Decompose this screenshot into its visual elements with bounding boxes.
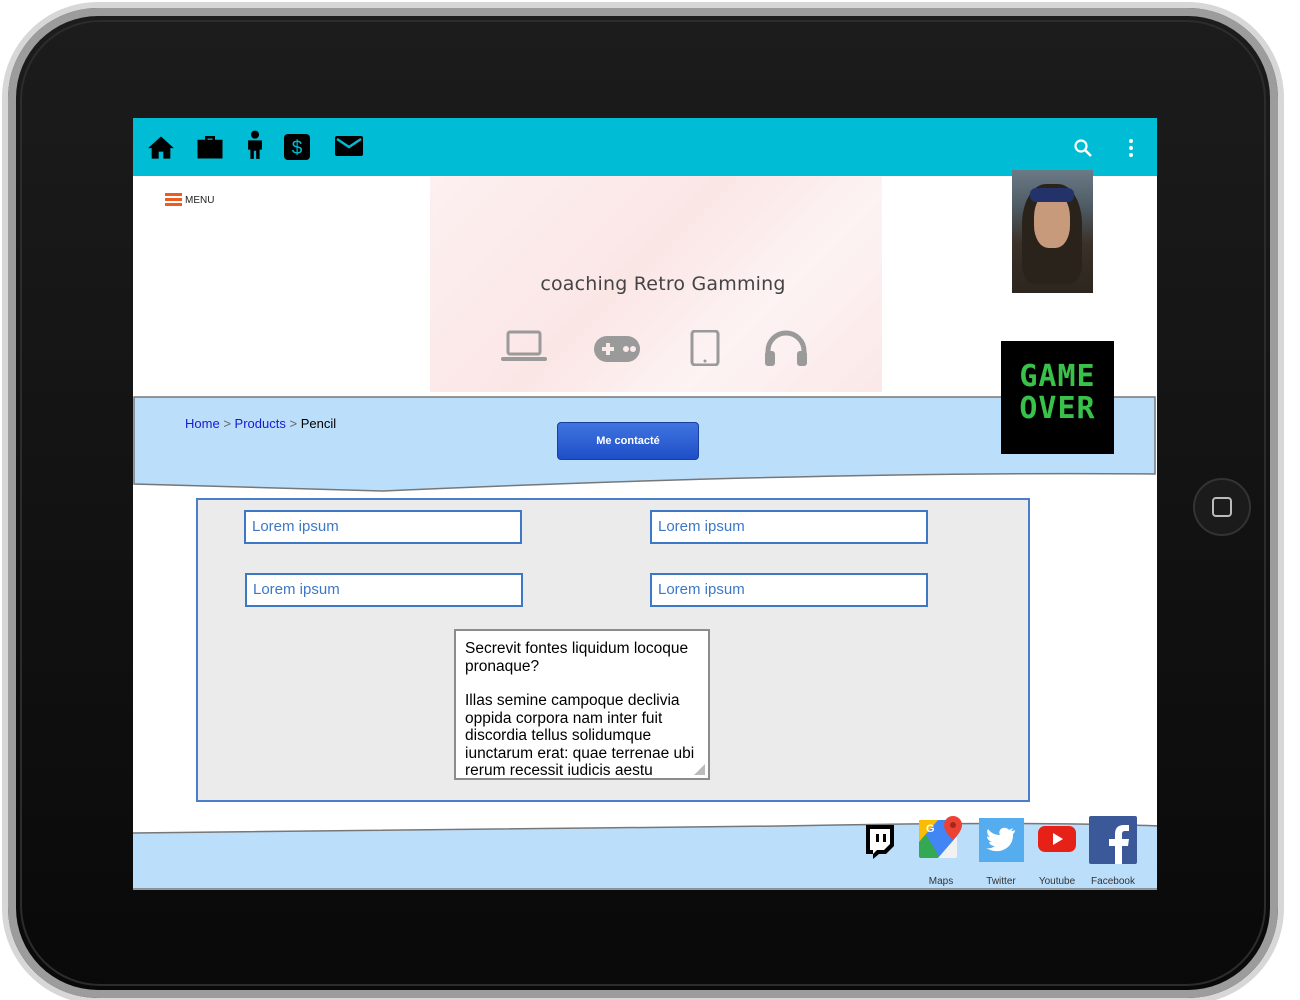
maps-link[interactable]: G Maps: [918, 816, 964, 887]
textarea-paragraph-1: Secrevit fontes liquidum locoque pronaqu…: [465, 640, 689, 675]
breadcrumb: Home > Products > Pencil: [185, 416, 336, 431]
profile-photo: [1012, 170, 1093, 293]
facebook-label: Facebook: [1091, 876, 1135, 887]
resize-grip-icon[interactable]: [694, 764, 705, 775]
hero-title: coaching Retro Gamming: [540, 273, 786, 295]
search-icon[interactable]: [1073, 138, 1093, 158]
tablet-icon: [690, 329, 720, 371]
breadcrumb-products[interactable]: Products: [235, 416, 286, 431]
svg-text:$: $: [292, 138, 303, 159]
twitch-link[interactable]: [863, 824, 897, 863]
laptop-icon: [500, 328, 548, 369]
game-over-line1: GAME: [1019, 359, 1096, 394]
contact-button[interactable]: Me contacté: [557, 422, 699, 460]
breadcrumb-separator: >: [289, 416, 298, 431]
headphones-icon: [764, 329, 808, 372]
facebook-icon: [1089, 816, 1137, 864]
briefcase-icon[interactable]: [195, 132, 225, 160]
google-maps-icon: G: [919, 816, 962, 858]
form-input-2[interactable]: Lorem ipsum: [650, 510, 928, 544]
form-input-4[interactable]: Lorem ipsum: [650, 573, 928, 607]
person-icon[interactable]: [245, 130, 265, 160]
home-icon[interactable]: [147, 134, 175, 160]
device-home-button[interactable]: [1193, 478, 1251, 536]
hamburger-icon: [165, 193, 182, 207]
screen: $ MENU coaching Retro Gamming Home > Pro…: [133, 118, 1157, 890]
youtube-link[interactable]: Youtube: [1038, 824, 1076, 887]
menu-label: MENU: [185, 194, 215, 206]
breadcrumb-separator: >: [223, 416, 231, 431]
menu-button[interactable]: MENU: [165, 193, 214, 207]
twitch-icon: [866, 825, 894, 859]
textarea-paragraph-2: Illas semine campoque declivia oppida co…: [465, 692, 695, 779]
twitter-link[interactable]: Twitter: [979, 818, 1024, 887]
game-over-line2: OVER: [1019, 391, 1096, 426]
breadcrumb-home[interactable]: Home: [185, 416, 220, 431]
gamepad-icon: [593, 334, 641, 369]
mail-icon[interactable]: [334, 135, 364, 157]
form-input-1[interactable]: Lorem ipsum: [244, 510, 522, 544]
message-textarea[interactable]: Secrevit fontes liquidum locoque pronaqu…: [454, 629, 710, 780]
game-over-image: GAME OVER: [1001, 341, 1114, 454]
breadcrumb-current: Pencil: [300, 416, 337, 431]
hero-banner: coaching Retro Gamming: [430, 176, 882, 392]
svg-text:G: G: [926, 823, 935, 835]
dollar-icon[interactable]: $: [283, 133, 311, 161]
twitter-icon: [979, 818, 1024, 862]
facebook-link[interactable]: Facebook: [1089, 816, 1137, 887]
app-bar: $: [133, 118, 1157, 176]
form-input-3[interactable]: Lorem ipsum: [245, 573, 523, 607]
home-button-square-icon: [1212, 497, 1232, 517]
youtube-icon: [1038, 826, 1076, 852]
more-vert-icon[interactable]: [1127, 138, 1135, 158]
